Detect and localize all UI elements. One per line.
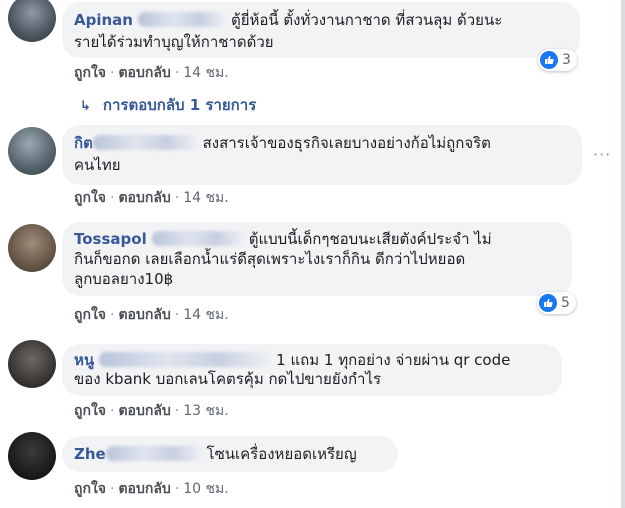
separator: · [174, 481, 180, 497]
comment-text: คนไทย [74, 156, 121, 174]
thumbs-up-icon [540, 51, 558, 69]
reaction-badge[interactable]: 3 [538, 49, 577, 71]
reaction-count: 5 [561, 295, 570, 311]
timestamp[interactable]: 14 ชม. [183, 307, 228, 323]
timestamp[interactable]: 14 ชม. [183, 65, 228, 81]
comment-text: ลูกบอลยาง10฿ [74, 270, 174, 288]
more-options-icon[interactable]: ··· [593, 145, 611, 164]
comment-text: สงสารเจ้าของธุรกิจเลยบางอย่างก้อไม่ถูกจร… [202, 134, 491, 152]
comment-text: ตู้แบบนี้เด็กๆชอบนะเสียตังค์ประจำ ไม่ [248, 230, 492, 248]
blurred-name [105, 446, 202, 461]
avatar[interactable] [8, 340, 56, 388]
window-edge [621, 0, 625, 508]
timestamp[interactable]: 10 ชม. [183, 481, 228, 497]
comment-bubble: หนู 1 แถม 1 ทุกอย่าง จ่ายผ่าน qr code ขอ… [62, 344, 562, 396]
name-text[interactable]: Zhe [74, 445, 106, 463]
comment-bubble: Tossapol ตู้แบบนี้เด็กๆชอบนะเสียตังค์ประ… [62, 222, 572, 296]
separator: · [174, 403, 180, 419]
timestamp[interactable]: 14 ชม. [183, 190, 228, 206]
avatar[interactable] [8, 224, 56, 272]
separator: · [110, 190, 115, 206]
thumbs-up-icon [539, 294, 557, 312]
comment-text: โซนเครื่องหยอดเหรียญ [206, 445, 357, 463]
name-text[interactable]: กิต [74, 134, 93, 152]
comment-actions: ถูกใจ · ตอบกลับ · 14 ชม. [74, 62, 229, 84]
comment-bubble: Zhe โซนเครื่องหยอดเหรียญ [62, 436, 398, 472]
blurred-name [151, 231, 244, 246]
comment-text: ตู้ยี่ห้อนี้ ตั้งทั่วงานกาชาด ที่สวนลุม … [230, 11, 503, 29]
comment-text: 1 แถม 1 ทุกอย่าง จ่ายผ่าน qr code [276, 351, 511, 369]
separator: · [110, 481, 115, 497]
comment-bubble: กิต สงสารเจ้าของธุรกิจเลยบางอย่างก้อไม่ถ… [62, 125, 582, 185]
separator: · [174, 190, 180, 206]
separator: · [110, 65, 115, 81]
timestamp[interactable]: 13 ชม. [183, 403, 228, 419]
commenter-name[interactable]: Apinan [74, 11, 227, 29]
separator: · [110, 403, 115, 419]
comment-text: รายได้ร่วมทำบุญให้กาชาดด้วย [74, 33, 274, 51]
avatar[interactable] [8, 432, 56, 480]
separator: · [174, 65, 180, 81]
reply-link[interactable]: ตอบกลับ [118, 403, 170, 419]
like-link[interactable]: ถูกใจ [74, 65, 106, 81]
separator: · [110, 307, 115, 323]
reply-link[interactable]: ตอบกลับ [118, 307, 170, 323]
view-replies-link[interactable]: ↳ การตอบกลับ 1 รายการ [80, 93, 256, 117]
comment-text: ของ kbank บอกเลนโคตรคุ้ม กดไปขายยังกำไร [74, 370, 382, 388]
reaction-badge[interactable]: 5 [537, 292, 576, 314]
replies-text[interactable]: การตอบกลับ 1 รายการ [103, 96, 256, 114]
like-link[interactable]: ถูกใจ [74, 307, 106, 323]
comment-text: กินก็ขอกด เลยเลือกน้ำแร่ดีสุดเพราะไงเราก… [74, 250, 466, 268]
avatar[interactable] [8, 127, 56, 175]
commenter-name[interactable]: Zhe [74, 445, 202, 463]
like-link[interactable]: ถูกใจ [74, 403, 106, 419]
comment-actions: ถูกใจ · ตอบกลับ · 13 ชม. [74, 400, 229, 422]
reply-arrow-icon: ↳ [80, 99, 91, 114]
name-text[interactable]: Apinan [74, 11, 133, 29]
comment-bubble: Apinan ตู้ยี่ห้อนี้ ตั้งทั่วงานกาชาด ที่… [62, 2, 580, 58]
like-link[interactable]: ถูกใจ [74, 481, 106, 497]
avatar[interactable] [8, 0, 56, 42]
reply-link[interactable]: ตอบกลับ [118, 481, 170, 497]
name-text[interactable]: หนู [74, 351, 94, 369]
reply-link[interactable]: ตอบกลับ [118, 190, 170, 206]
reply-link[interactable]: ตอบกลับ [118, 65, 170, 81]
commenter-name[interactable]: หนู [74, 351, 272, 369]
commenter-name[interactable]: Tossapol [74, 230, 244, 248]
blurred-name [99, 352, 272, 367]
comment-actions: ถูกใจ · ตอบกลับ · 10 ชม. [74, 478, 229, 500]
comment-actions: ถูกใจ · ตอบกลับ · 14 ชม. [74, 304, 229, 326]
commenter-name[interactable]: กิต [74, 134, 198, 152]
name-text[interactable]: Tossapol [74, 230, 147, 248]
like-link[interactable]: ถูกใจ [74, 190, 106, 206]
separator: · [174, 307, 180, 323]
blurred-name [138, 12, 227, 27]
blurred-name [92, 135, 198, 150]
comment-actions: ถูกใจ · ตอบกลับ · 14 ชม. [74, 187, 229, 209]
reaction-count: 3 [562, 52, 571, 68]
